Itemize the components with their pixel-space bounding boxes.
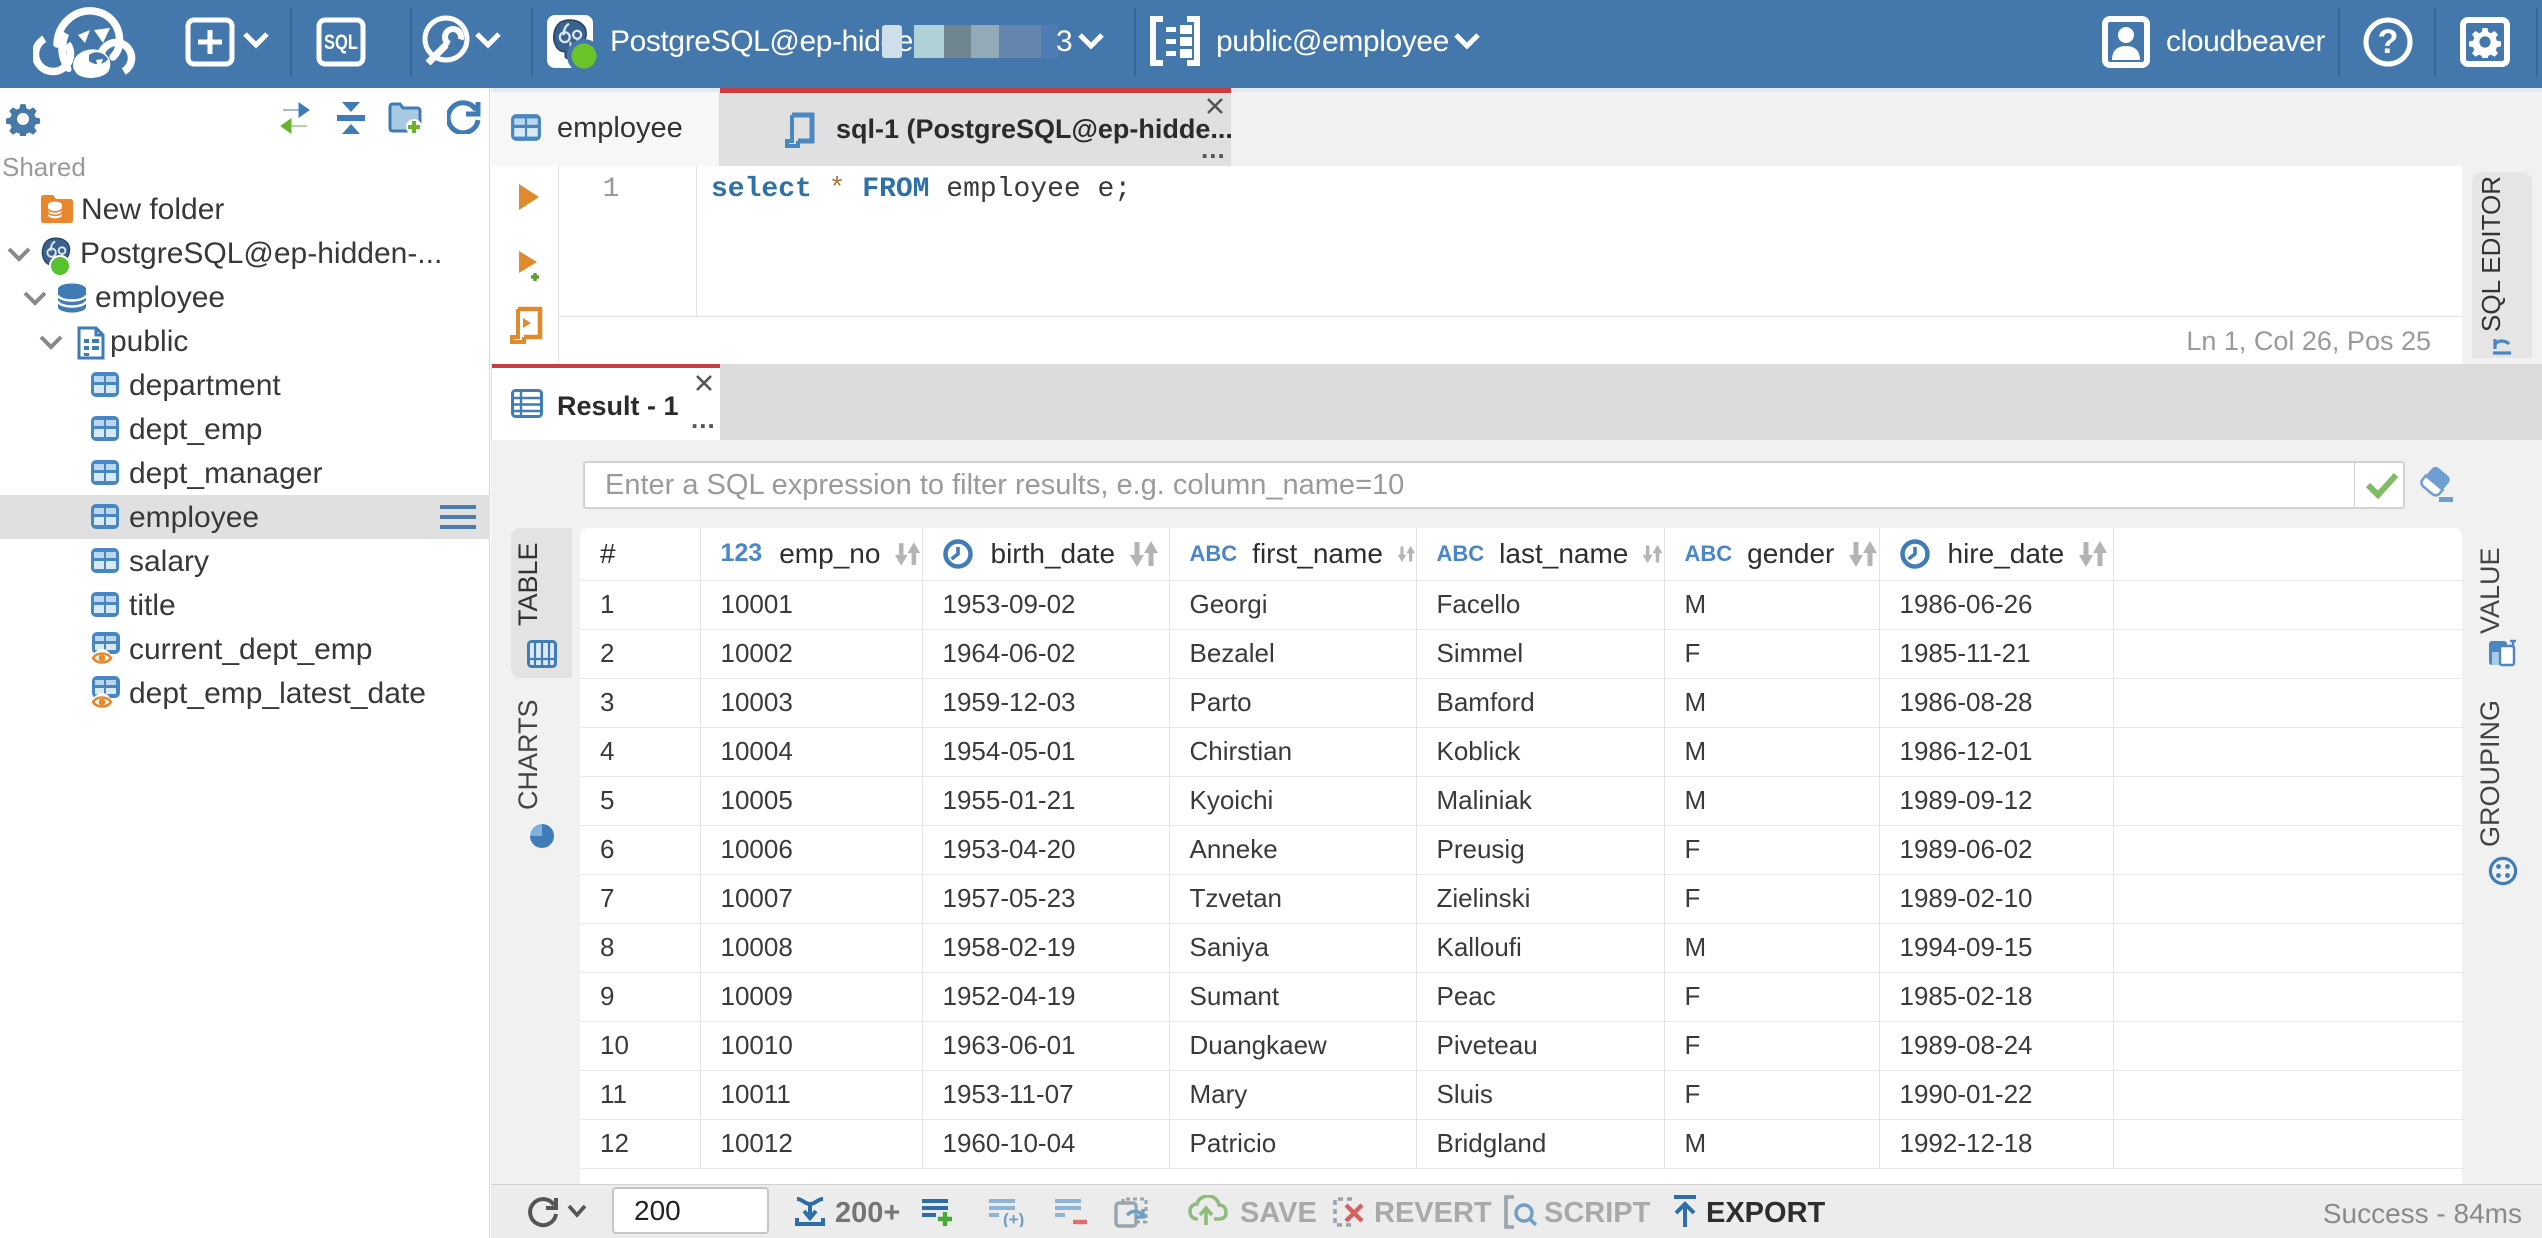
svg-text:(+): (+)	[1003, 1210, 1024, 1227]
svg-text:?: ?	[2378, 23, 2399, 61]
svg-text:SQL: SQL	[324, 31, 358, 54]
